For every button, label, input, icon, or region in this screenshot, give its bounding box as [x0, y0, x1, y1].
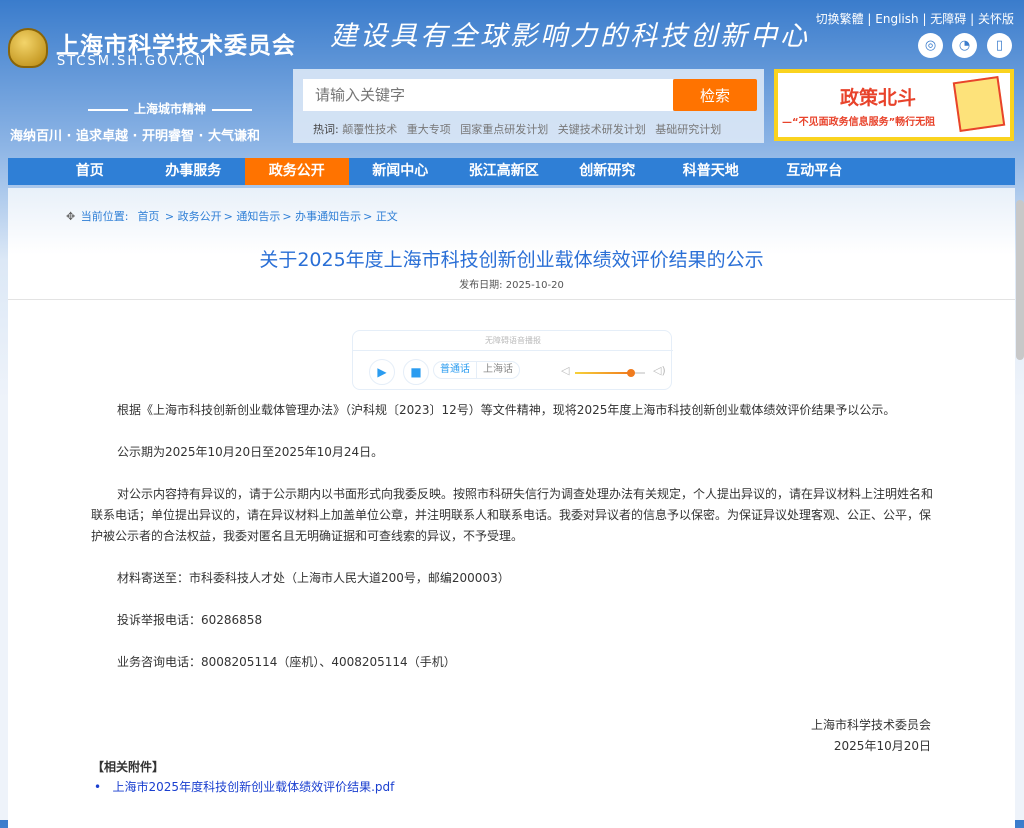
language-toggle: 普通话 上海话 [433, 361, 520, 379]
banner-subtitle: —“不见面政务信息服务”畅行无阻 [782, 117, 936, 128]
volume-low-icon: ◁ [561, 364, 570, 377]
attachment-item: • 上海市2025年度科技创新创业载体绩效评价结果.pdf [94, 780, 395, 794]
search-panel: 检索 热词: 颠覆性技术 重大专项 国家重点研发计划 关键技术研发计划 基础研究… [293, 69, 764, 143]
paragraph: 投诉举报电话：60286858 [117, 613, 263, 627]
attachment-link[interactable]: 上海市2025年度科技创新创业载体绩效评价结果.pdf [113, 780, 395, 794]
breadcrumb-item[interactable]: 政务公开 [178, 210, 222, 223]
date-label: 发布日期: [459, 280, 503, 291]
lang-mandarin[interactable]: 普通话 [434, 362, 477, 378]
site-domain: STCSM.SH.GOV.CN [57, 54, 208, 69]
logo-emblem[interactable] [8, 28, 48, 68]
mobile-icon[interactable]: ▯ [987, 33, 1012, 58]
nav-zhangjiang[interactable]: 张江高新区 [452, 158, 556, 185]
top-links: 切换繁體 | English | 无障碍 | 关怀版 [815, 12, 1014, 26]
nav-science[interactable]: 科普天地 [659, 158, 763, 185]
paragraph: 对公示内容持有异议的，请于公示期内以书面形式向我委反映。按照市科研失信行为调查处… [91, 487, 934, 543]
volume-handle[interactable] [627, 369, 635, 377]
weibo-icon[interactable]: ◎ [918, 33, 943, 58]
location-icon: ✥ [66, 210, 76, 223]
hot-word[interactable]: 国家重点研发计划 [460, 123, 548, 136]
breadcrumb-item[interactable]: 通知告示 [236, 210, 280, 223]
hot-word[interactable]: 关键技术研发计划 [558, 123, 646, 136]
hot-words: 热词: 颠覆性技术 重大专项 国家重点研发计划 关键技术研发计划 基础研究计划 [313, 121, 727, 137]
nav-interaction[interactable]: 互动平台 [763, 158, 867, 185]
elderly-mode-link[interactable]: 关怀版 [978, 12, 1014, 26]
nav-gov-affairs[interactable]: 政务公开 [245, 158, 349, 185]
english-link[interactable]: English [875, 12, 918, 26]
breadcrumb: ✥ 当前位置: 首页 > 政务公开 > 通知告示 > 办事通知告示 > 正文 [66, 210, 398, 223]
slogan: 建设具有全球影响力的科技创新中心 [330, 21, 810, 52]
paragraph: 业务咨询电话：8008205114（座机）、4008205114（手机） [117, 655, 456, 669]
play-icon[interactable]: ▶ [369, 359, 395, 385]
article-body: 根据《上海市科技创新创业载体管理办法》（沪科规〔2023〕12号）等文件精神，现… [91, 400, 941, 694]
content-panel: ✥ 当前位置: 首页 > 政务公开 > 通知告示 > 办事通知告示 > 正文 关于20… [8, 188, 1015, 828]
article-title: 关于2025年度上海市科技创新创业载体绩效评价结果的公示 [259, 249, 764, 271]
breadcrumb-item[interactable]: 正文 [376, 210, 398, 223]
stop-icon[interactable]: ■ [403, 359, 429, 385]
paragraph: 公示期为2025年10月20日至2025年10月24日。 [117, 445, 384, 459]
signature: 上海市科学技术委员会 2025年10月20日 [608, 715, 931, 757]
breadcrumb-item[interactable]: 办事通知告示 [295, 210, 361, 223]
nav-research[interactable]: 创新研究 [556, 158, 660, 185]
breadcrumb-item[interactable]: 首页 [137, 210, 159, 223]
title-area: ✥ 当前位置: 首页 > 政务公开 > 通知告示 > 办事通知告示 > 正文 关于20… [8, 188, 1015, 300]
search-button[interactable]: 检索 [673, 79, 757, 111]
nav-news[interactable]: 新闻中心 [349, 158, 453, 185]
volume-high-icon: ◁) [653, 364, 666, 377]
scrollbar[interactable] [1016, 200, 1024, 360]
date-value: 2025-10-20 [505, 280, 564, 291]
lang-shanghainese[interactable]: 上海话 [477, 362, 519, 378]
hot-word[interactable]: 基础研究计划 [655, 123, 721, 136]
volume-fill [575, 372, 631, 374]
audio-player-title: 无障碍语音播报 [353, 335, 673, 351]
hot-word[interactable]: 重大专项 [407, 123, 451, 136]
volume-slider[interactable] [575, 369, 645, 377]
audio-player: 无障碍语音播报 ▶ ■ 普通话 上海话 ◁ ◁) [352, 330, 673, 390]
traditional-chinese-link[interactable]: 切换繁體 [816, 12, 864, 26]
nav-home[interactable]: 首页 [38, 158, 142, 185]
city-spirit-text: 海纳百川 · 追求卓越 · 开明睿智 · 大气谦和 [10, 129, 260, 144]
policy-banner[interactable]: 政策北斗 —“不见面政务信息服务”畅行无阻 [774, 69, 1014, 141]
nav-services[interactable]: 办事服务 [142, 158, 246, 185]
signature-date: 2025年10月20日 [833, 739, 931, 753]
hot-word[interactable]: 颠覆性技术 [342, 123, 397, 136]
publish-date: 发布日期: 2025-10-20 [8, 276, 1015, 291]
search-input[interactable] [303, 79, 673, 111]
banner-title: 政策北斗 [839, 87, 916, 109]
attachments-title: 【相关附件】 [92, 760, 165, 774]
wechat-icon[interactable]: ◔ [952, 33, 977, 58]
paragraph: 根据《上海市科技创新创业载体管理办法》（沪科规〔2023〕12号）等文件精神，现… [117, 403, 896, 417]
hot-words-label: 热词: [313, 123, 339, 136]
signature-org: 上海市科学技术委员会 [810, 718, 931, 732]
main-nav: 首页 办事服务 政务公开 新闻中心 张江高新区 创新研究 科普天地 互动平台 [8, 158, 1015, 185]
paragraph: 材料寄送至：市科委科技人才处（上海市人民大道200号，邮编200003） [117, 571, 510, 585]
breadcrumb-label: 当前位置: [80, 210, 129, 223]
city-spirit-title: 上海城市精神 [60, 100, 280, 117]
accessibility-link[interactable]: 无障碍 [930, 12, 966, 26]
